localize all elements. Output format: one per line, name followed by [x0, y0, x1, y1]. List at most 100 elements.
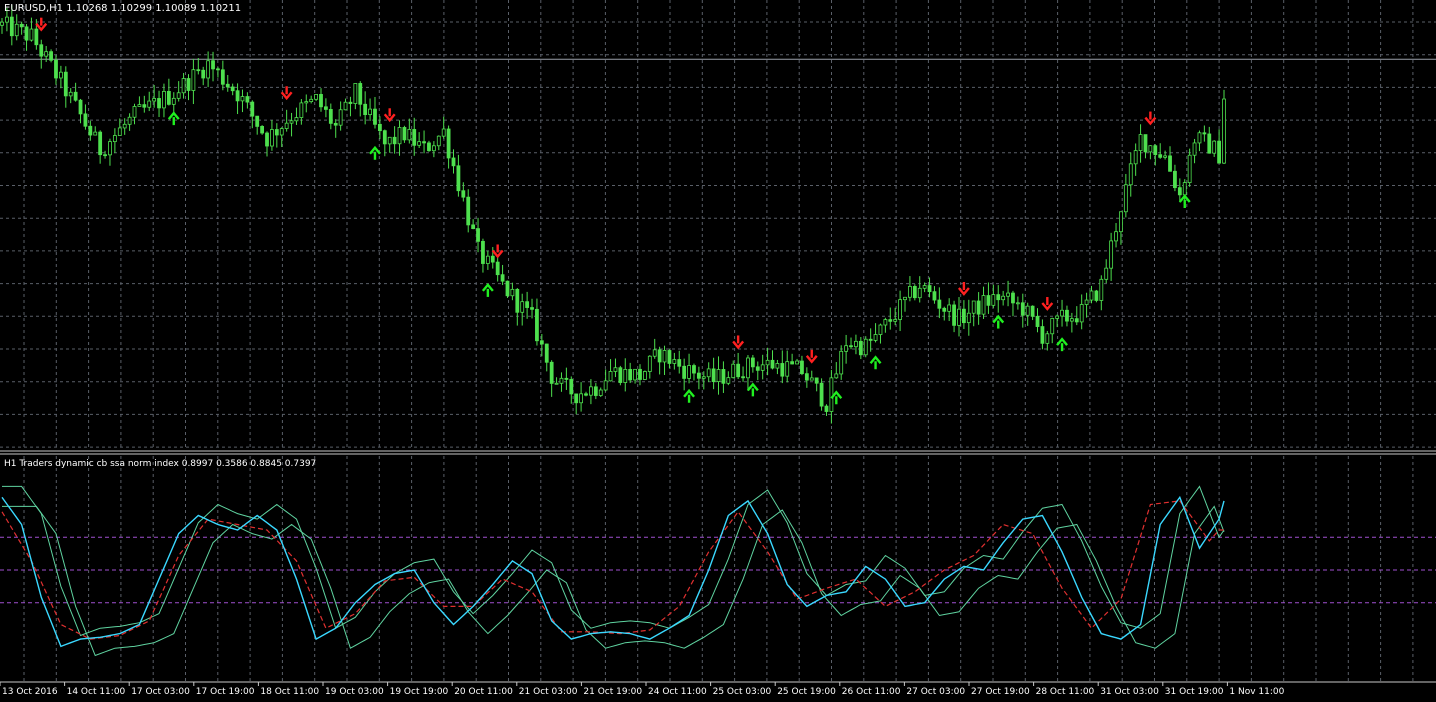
- candle-body: [1040, 326, 1045, 344]
- candle-body: [790, 361, 795, 365]
- candle-body: [692, 365, 696, 374]
- candle-body: [328, 109, 333, 124]
- candle-body: [760, 364, 765, 371]
- candle-body: [1217, 140, 1221, 164]
- sell-arrow-icon: [1041, 297, 1054, 311]
- candle-body: [652, 349, 657, 357]
- buy-arrow-icon: [481, 283, 494, 297]
- candle-body: [844, 345, 849, 352]
- time-axis-label: 19 Oct 19:00: [390, 687, 449, 697]
- candle-body: [5, 16, 9, 23]
- candle-body: [908, 286, 912, 298]
- candle-body: [490, 255, 495, 263]
- candle-body: [1192, 142, 1197, 156]
- candle-body: [741, 376, 745, 379]
- candle-body: [1202, 132, 1207, 135]
- candle-body: [333, 122, 338, 126]
- time-axis-label: 26 Oct 11:00: [842, 687, 901, 697]
- candle-body: [628, 368, 633, 381]
- candle-body: [662, 350, 667, 363]
- candle-body: [68, 91, 73, 97]
- candle-body: [618, 367, 623, 383]
- candle-body: [98, 131, 103, 156]
- time-axis-label: 19 Oct 03:00: [325, 687, 384, 697]
- candle-body: [481, 240, 485, 264]
- candle-body: [461, 190, 466, 198]
- candle-body: [598, 389, 603, 396]
- candle-body: [436, 135, 441, 147]
- candle-body: [863, 338, 868, 356]
- candle-body: [623, 368, 628, 383]
- time-axis-label: 17 Oct 03:00: [131, 687, 190, 697]
- candle-body: [314, 94, 318, 100]
- trading-chart: EURUSD,H1 1.10268 1.10299 1.10089 1.1021…: [0, 0, 1436, 702]
- sell-arrow-icon: [35, 17, 48, 32]
- candle-body: [392, 136, 397, 145]
- sell-arrow-icon: [805, 349, 818, 364]
- time-axis-label: 27 Oct 19:00: [971, 687, 1030, 697]
- candle-body: [765, 359, 770, 366]
- candle-body: [157, 98, 161, 109]
- candle-body: [78, 99, 83, 115]
- candle-body: [14, 23, 19, 37]
- sell-arrow-icon: [1144, 111, 1157, 126]
- candle-body: [1187, 154, 1192, 183]
- candle-body: [633, 368, 637, 381]
- candle-body: [1001, 295, 1006, 301]
- candle-body: [166, 90, 171, 105]
- candle-body: [363, 103, 368, 116]
- candle-body: [883, 319, 888, 326]
- candle-body: [1099, 278, 1104, 301]
- candle-body: [402, 127, 407, 141]
- time-axis-label: 20 Oct 11:00: [454, 687, 513, 697]
- candle-body: [603, 380, 608, 391]
- candle-body: [672, 359, 677, 364]
- candle-body: [235, 90, 240, 102]
- candle-body: [957, 308, 961, 326]
- candle-body: [29, 28, 34, 41]
- candle-body: [1212, 140, 1217, 154]
- candle-body: [868, 338, 873, 341]
- candle-body: [73, 91, 78, 101]
- candle-body: [657, 349, 662, 363]
- candle-body: [476, 228, 480, 242]
- candle-body: [638, 368, 642, 380]
- candle-body: [373, 108, 377, 125]
- candle-body: [1069, 318, 1074, 322]
- candle-body: [186, 78, 191, 91]
- candle-body: [211, 60, 215, 70]
- candle-body: [1011, 292, 1015, 304]
- candle-body: [981, 295, 986, 315]
- candle-body: [274, 129, 279, 136]
- candle-body: [1060, 309, 1064, 317]
- candle-body: [530, 307, 534, 310]
- candle-body: [1168, 155, 1172, 172]
- sell-arrow-icon: [491, 244, 504, 259]
- candle-body: [1020, 302, 1025, 316]
- candle-body: [893, 319, 898, 322]
- candle-body: [1079, 304, 1084, 323]
- candle-body: [127, 116, 132, 125]
- candle-body: [1143, 134, 1148, 153]
- candle-body: [343, 101, 348, 111]
- time-axis-label: 13 Oct 2016: [2, 687, 58, 697]
- candle-body: [368, 108, 372, 116]
- buy-arrow-icon: [683, 388, 695, 403]
- candle-body: [711, 368, 716, 383]
- candle-body: [839, 350, 844, 375]
- candle-body: [932, 291, 937, 301]
- candle-body: [279, 128, 284, 136]
- candle-body: [814, 377, 819, 384]
- buy-arrow-icon: [746, 382, 759, 397]
- candle-body: [1197, 132, 1202, 144]
- candle-body: [451, 157, 456, 167]
- candle-body: [721, 369, 726, 384]
- candle-body: [39, 44, 44, 57]
- candle-body: [505, 280, 510, 297]
- candle-body: [1123, 184, 1128, 213]
- candle-body: [824, 405, 829, 412]
- candle-body: [230, 86, 235, 92]
- candle-body: [849, 345, 853, 348]
- candle-body: [304, 101, 309, 104]
- buy-arrow-icon: [1178, 194, 1191, 208]
